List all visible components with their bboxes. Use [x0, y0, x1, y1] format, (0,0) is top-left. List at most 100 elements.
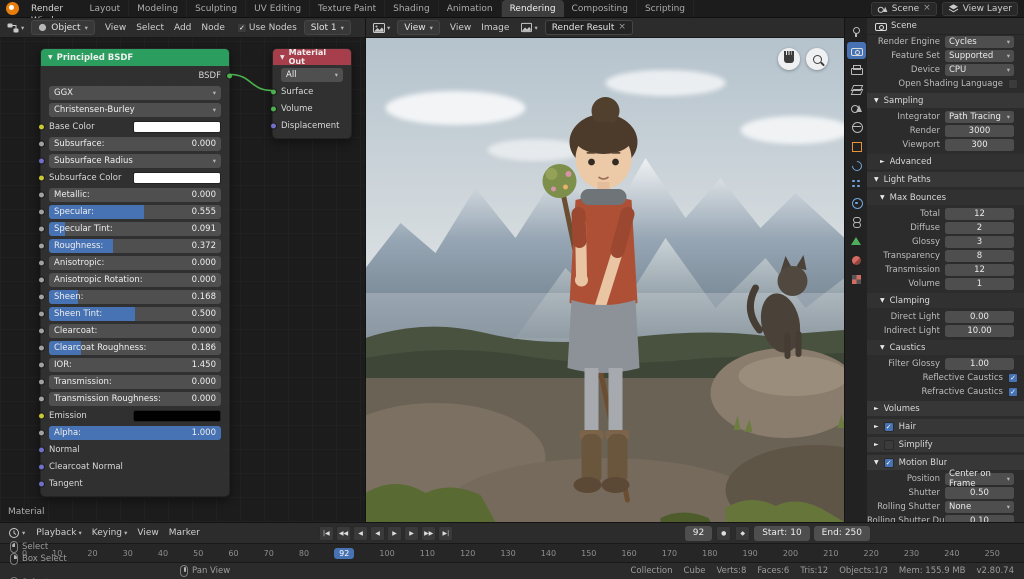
field-volume[interactable]: 1: [945, 277, 1014, 290]
timeline-menu-marker[interactable]: Marker: [164, 527, 205, 539]
material-output-node[interactable]: ▼ Material Out All ▾ Surface Volume Displace…: [269, 48, 352, 139]
node-canvas[interactable]: ▼ Principled BSDF BSDF GGX ▾ Christensen-Bu…: [0, 38, 365, 522]
field-glossy[interactable]: 3: [945, 235, 1014, 248]
socket-bsdf[interactable]: [225, 72, 233, 79]
prev-keyframe-button[interactable]: ◀◀: [335, 525, 352, 541]
slider-ior[interactable]: IOR: 1.450: [49, 357, 221, 372]
editor-type-button[interactable]: ▾: [371, 22, 392, 34]
field-render[interactable]: 3000: [945, 124, 1014, 137]
panel-max-bounces[interactable]: ▼ Max Bounces: [867, 190, 1024, 205]
use-nodes-toggle[interactable]: ✓ Use Nodes: [235, 22, 299, 33]
dropdown-ggx[interactable]: GGX ▾: [49, 85, 221, 100]
workspace-tab-animation[interactable]: Animation: [439, 0, 502, 17]
socket-surface[interactable]: [269, 88, 277, 95]
field-direct-light[interactable]: 0.00: [945, 310, 1014, 323]
checkbox-open-shading-language[interactable]: [1008, 78, 1018, 89]
node-menu-select[interactable]: Select: [131, 22, 169, 34]
socket-roughness[interactable]: [37, 242, 45, 249]
jump-to-start-button[interactable]: |◀: [318, 525, 334, 541]
play-button[interactable]: ▶: [387, 525, 403, 541]
zoom-button[interactable]: [806, 48, 828, 70]
collapse-arrow-icon[interactable]: ▼: [280, 54, 285, 61]
workspace-tab-scripting[interactable]: Scripting: [637, 0, 694, 17]
workspace-tab-rendering[interactable]: Rendering: [501, 0, 564, 17]
node-menu-add[interactable]: Add: [169, 22, 196, 34]
slider-transmission-roughness[interactable]: Transmission Roughness: 0.000: [49, 391, 221, 406]
collapse-arrow-icon[interactable]: ▼: [48, 54, 53, 61]
next-keyframe-button[interactable]: ▶▶: [421, 525, 437, 541]
properties-tab-view-layer[interactable]: [847, 80, 866, 97]
panel-hair[interactable]: ► ✓ Hair: [867, 419, 1024, 434]
use-nodes-checkbox[interactable]: ✓: [236, 22, 247, 33]
properties-tab-texture[interactable]: [847, 270, 866, 287]
field-filter-glossy[interactable]: 1.00: [945, 357, 1014, 370]
pan-view-button[interactable]: [778, 48, 800, 70]
panel-advanced[interactable]: ► Advanced: [867, 154, 1024, 169]
workspace-tab-shading[interactable]: Shading: [385, 0, 439, 17]
field-rolling-shutter-dur[interactable]: 0.10: [945, 514, 1014, 522]
image-mode-dropdown[interactable]: View ▾: [397, 20, 440, 35]
slider-subsurface[interactable]: Subsurface: 0.000: [49, 136, 221, 151]
field-diffuse[interactable]: 2: [945, 221, 1014, 234]
close-icon[interactable]: ×: [923, 4, 931, 13]
menu-render[interactable]: Render: [25, 3, 73, 15]
color-swatch-emission[interactable]: [133, 409, 221, 422]
workspace-tab-uv-editing[interactable]: UV Editing: [246, 0, 311, 17]
properties-tab-physics[interactable]: [847, 194, 866, 211]
socket-metallic[interactable]: [37, 191, 45, 198]
timeline-menu-view[interactable]: View: [132, 527, 163, 539]
dropdown-christensen-burley[interactable]: Christensen-Burley ▾: [49, 102, 221, 117]
field-render-engine[interactable]: Cycles ▾: [945, 35, 1014, 48]
current-frame-field[interactable]: 92: [684, 525, 713, 541]
panel-clamping[interactable]: ▼ Clamping: [867, 293, 1024, 308]
slot-dropdown[interactable]: Slot 1 ▾: [303, 20, 351, 35]
workspace-tab-texture-paint[interactable]: Texture Paint: [310, 0, 386, 17]
slider-specular-tint[interactable]: Specular Tint: 0.091: [49, 221, 221, 236]
panel-simplify[interactable]: ► Simplify: [867, 437, 1024, 452]
frame-end-field[interactable]: End: 250: [813, 525, 870, 541]
properties-tab-tool[interactable]: [847, 23, 866, 40]
properties-tab-world[interactable]: [847, 118, 866, 135]
socket-anisotropic-rotation[interactable]: [37, 276, 45, 283]
prev-frame-button[interactable]: ◀: [353, 525, 369, 541]
slider-clearcoat-roughness[interactable]: Clearcoat Roughness: 0.186: [49, 340, 221, 355]
socket-ior[interactable]: [37, 361, 45, 368]
image-menu-image[interactable]: Image: [476, 22, 514, 34]
socket-volume[interactable]: [269, 105, 277, 112]
timeline-menu-playback[interactable]: Playback ▾: [31, 527, 87, 539]
timeline-menu-keying[interactable]: Keying ▾: [87, 527, 133, 539]
view-layer-selector[interactable]: View Layer: [941, 1, 1018, 16]
node-menu-view[interactable]: View: [100, 22, 131, 34]
principled-bsdf-node[interactable]: ▼ Principled BSDF BSDF GGX ▾ Christensen-Bu…: [37, 48, 233, 497]
properties-tab-modifiers[interactable]: [847, 156, 866, 173]
play-reverse-button[interactable]: ◀: [370, 525, 386, 541]
socket-base-color[interactable]: [37, 123, 45, 130]
socket-sheen[interactable]: [37, 293, 45, 300]
current-frame-marker[interactable]: 92: [334, 547, 355, 559]
panel-light-paths[interactable]: ▼ Light Paths: [867, 172, 1024, 187]
editor-type-button[interactable]: ▾: [5, 22, 26, 34]
slider-anisotropic-rotation[interactable]: Anisotropic Rotation: 0.000: [49, 272, 221, 287]
properties-tab-constraints[interactable]: [847, 213, 866, 230]
properties-tab-object-data[interactable]: [847, 232, 866, 249]
slider-anisotropic[interactable]: Anisotropic: 0.000: [49, 255, 221, 270]
socket-transmission[interactable]: [37, 378, 45, 385]
panel-checkbox-motion-blur[interactable]: ✓: [883, 457, 894, 468]
panel-checkbox-simplify[interactable]: [883, 439, 894, 450]
scene-selector[interactable]: Scene ×: [870, 1, 937, 16]
slider-clearcoat[interactable]: Clearcoat: 0.000: [49, 323, 221, 338]
field-position[interactable]: Center on Frame ▾: [945, 469, 1014, 489]
socket-transmission-roughness[interactable]: [37, 395, 45, 402]
properties-tab-particles[interactable]: [847, 175, 866, 192]
panel-caustics[interactable]: ▼ Caustics: [867, 340, 1024, 355]
render-view[interactable]: [366, 38, 844, 522]
properties-tab-object[interactable]: [847, 137, 866, 154]
slider-metallic[interactable]: Metallic: 0.000: [49, 187, 221, 202]
field-transparency[interactable]: 8: [945, 249, 1014, 262]
image-menu-view[interactable]: View: [445, 22, 476, 34]
field-transmission[interactable]: 12: [945, 263, 1014, 276]
image-datablock[interactable]: Render Result ×: [544, 20, 633, 35]
field-integrator[interactable]: Path Tracing ▾: [945, 110, 1014, 123]
panel-sampling[interactable]: ▼ Sampling: [867, 93, 1024, 108]
checkbox-reflective-caustics[interactable]: ✓: [1008, 372, 1018, 383]
